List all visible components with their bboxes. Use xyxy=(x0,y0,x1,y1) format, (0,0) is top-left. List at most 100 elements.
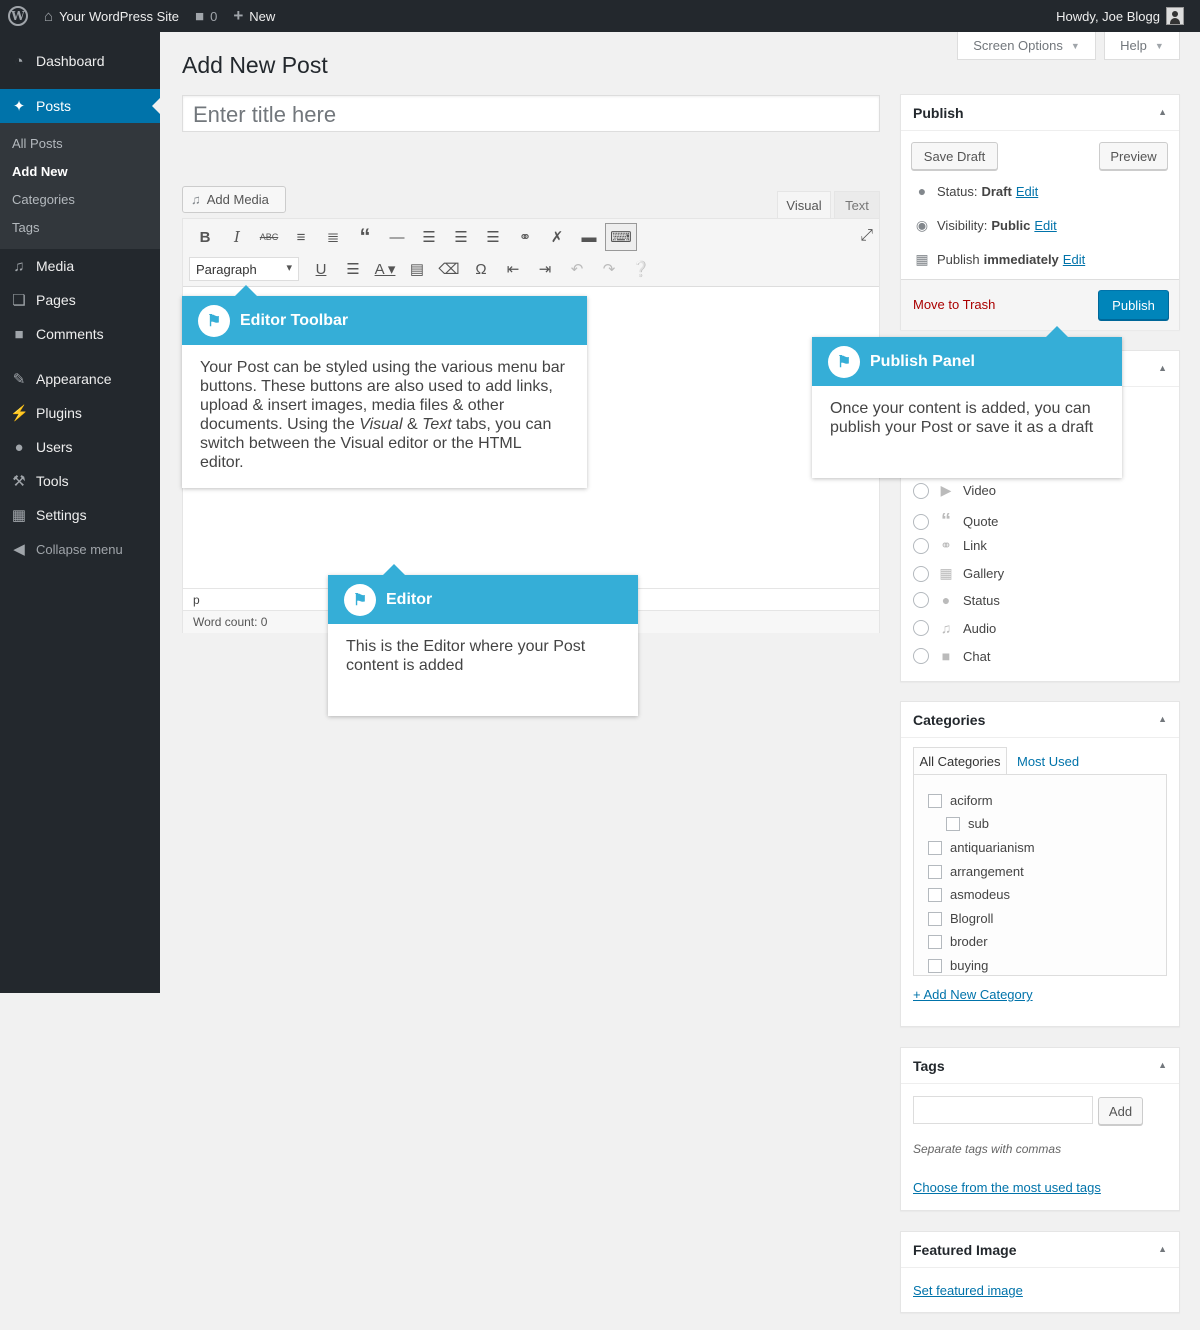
category-item[interactable]: arrangement xyxy=(928,864,1024,879)
featured-image-box-header[interactable]: Featured Image ▲ xyxy=(901,1232,1179,1268)
menu-pages[interactable]: ❏ Pages xyxy=(0,283,160,317)
link-icon[interactable]: ⚭ xyxy=(509,223,541,251)
comments-link[interactable]: ■ 0 xyxy=(187,0,225,32)
category-item[interactable]: asmodeus xyxy=(928,887,1010,902)
menu-comments[interactable]: ■ Comments xyxy=(0,317,160,351)
unlink-icon[interactable]: ✗ xyxy=(541,223,573,251)
checkbox[interactable] xyxy=(928,911,942,926)
radio[interactable] xyxy=(913,537,929,554)
format-option-audio[interactable]: ♫ Audio xyxy=(913,620,996,636)
radio[interactable] xyxy=(913,648,929,664)
new-tag-input[interactable] xyxy=(913,1096,1093,1124)
menu-tools[interactable]: ⚒ Tools xyxy=(0,464,160,498)
align-center-icon[interactable]: ☰ xyxy=(445,223,477,251)
category-item[interactable]: sub xyxy=(946,816,989,831)
radio[interactable] xyxy=(913,592,929,608)
add-new-category-link[interactable]: + Add New Category xyxy=(913,987,1033,1002)
move-to-trash-link[interactable]: Move to Trash xyxy=(913,297,995,312)
checkbox[interactable] xyxy=(928,934,942,949)
site-name-link[interactable]: ⌂ Your WordPress Site xyxy=(36,0,187,32)
format-option-link[interactable]: ⚭ Link xyxy=(913,537,987,554)
bullet-list-icon[interactable]: ≡ xyxy=(285,223,317,251)
underline-icon[interactable]: U xyxy=(305,255,337,283)
new-content-link[interactable]: + New xyxy=(225,0,283,32)
wp-logo-button[interactable]: W xyxy=(0,0,36,32)
toolbar-toggle-icon[interactable]: ⌨ xyxy=(605,223,637,251)
category-item[interactable]: buying xyxy=(928,958,988,973)
submenu-categories[interactable]: Categories xyxy=(0,185,160,213)
format-option-quote[interactable]: “ Quote xyxy=(913,510,998,533)
strikethrough-icon[interactable]: ABC xyxy=(253,223,285,251)
tab-most-used[interactable]: Most Used xyxy=(1017,747,1079,775)
checkbox[interactable] xyxy=(928,958,942,973)
read-more-icon[interactable]: ▬ xyxy=(573,223,605,251)
tags-box-header[interactable]: Tags ▲ xyxy=(901,1048,1179,1084)
add-tag-button[interactable]: Add xyxy=(1098,1097,1143,1125)
collapse-arrow-icon[interactable]: ▲ xyxy=(1158,107,1167,117)
preview-button[interactable]: Preview xyxy=(1099,142,1168,170)
radio[interactable] xyxy=(913,482,929,499)
add-media-button[interactable]: ♫ Add Media xyxy=(182,186,286,213)
save-draft-button[interactable]: Save Draft xyxy=(911,142,998,170)
radio[interactable] xyxy=(913,513,929,530)
special-character-icon[interactable]: Ω xyxy=(465,255,497,283)
justify-icon[interactable]: ☰ xyxy=(337,255,369,283)
collapse-arrow-icon[interactable]: ▲ xyxy=(1158,1244,1167,1254)
blockquote-icon[interactable]: “ xyxy=(349,223,381,251)
set-featured-image-link[interactable]: Set featured image xyxy=(913,1283,1023,1298)
format-select[interactable]: Paragraph xyxy=(189,257,299,281)
publish-box-header[interactable]: Publish ▲ xyxy=(901,95,1179,131)
menu-posts[interactable]: ✦ Posts xyxy=(0,89,160,123)
tab-all-categories[interactable]: All Categories xyxy=(913,747,1007,775)
checkbox[interactable] xyxy=(928,840,942,855)
collapse-arrow-icon[interactable]: ▲ xyxy=(1158,714,1167,724)
screen-options-button[interactable]: Screen Options ▼ xyxy=(957,32,1096,60)
format-option-gallery[interactable]: ▦ Gallery xyxy=(913,565,1004,582)
tab-visual[interactable]: Visual xyxy=(777,191,831,219)
collapse-arrow-icon[interactable]: ▲ xyxy=(1158,1060,1167,1070)
menu-users[interactable]: ● Users xyxy=(0,430,160,464)
category-item[interactable]: aciform xyxy=(928,793,993,808)
undo-icon[interactable]: ↶ xyxy=(561,255,593,283)
categories-box-header[interactable]: Categories ▲ xyxy=(901,702,1179,738)
numbered-list-icon[interactable]: ≣ xyxy=(317,223,349,251)
help-button[interactable]: Help ▼ xyxy=(1104,32,1180,60)
align-right-icon[interactable]: ☰ xyxy=(477,223,509,251)
submenu-all-posts[interactable]: All Posts xyxy=(0,129,160,157)
post-title-input[interactable]: Enter title here xyxy=(182,95,880,132)
menu-appearance[interactable]: ✎ Appearance xyxy=(0,362,160,396)
format-option-video[interactable]: ▶ Video xyxy=(913,482,996,499)
paste-text-icon[interactable]: ▤ xyxy=(401,255,433,283)
menu-media[interactable]: ♫ Media xyxy=(0,249,160,283)
collapse-menu-button[interactable]: ◀ Collapse menu xyxy=(0,532,160,566)
indent-icon[interactable]: ⇥ xyxy=(529,255,561,283)
checkbox[interactable] xyxy=(928,864,942,879)
tab-text[interactable]: Text xyxy=(834,191,880,219)
format-option-status[interactable]: ● Status xyxy=(913,592,1000,608)
format-option-chat[interactable]: ■ Chat xyxy=(913,648,990,664)
submenu-tags[interactable]: Tags xyxy=(0,213,160,241)
publish-button[interactable]: Publish xyxy=(1098,290,1169,320)
collapse-arrow-icon[interactable]: ▲ xyxy=(1158,363,1167,373)
my-account[interactable]: Howdy, Joe Blogg xyxy=(1048,0,1192,32)
radio[interactable] xyxy=(913,620,929,636)
category-item[interactable]: broder xyxy=(928,934,988,949)
fullscreen-icon[interactable]: ⤢ xyxy=(860,227,873,245)
menu-settings[interactable]: ▦ Settings xyxy=(0,498,160,532)
edit-publish-time-link[interactable]: Edit xyxy=(1063,252,1085,267)
outdent-icon[interactable]: ⇤ xyxy=(497,255,529,283)
radio[interactable] xyxy=(913,565,929,582)
checkbox[interactable] xyxy=(946,816,960,831)
help-icon[interactable]: ❔ xyxy=(625,255,657,283)
edit-status-link[interactable]: Edit xyxy=(1016,184,1038,199)
italic-icon[interactable]: I xyxy=(221,223,253,251)
category-item[interactable]: antiquarianism xyxy=(928,840,1035,855)
menu-plugins[interactable]: ⚡ Plugins xyxy=(0,396,160,430)
text-color-icon[interactable]: A ▾ xyxy=(369,255,401,283)
checkbox[interactable] xyxy=(928,793,942,808)
choose-most-used-tags-link[interactable]: Choose from the most used tags xyxy=(913,1180,1101,1195)
menu-dashboard[interactable]: ◔ Dashboard xyxy=(0,44,160,78)
redo-icon[interactable]: ↷ xyxy=(593,255,625,283)
category-item[interactable]: Blogroll xyxy=(928,911,993,926)
clear-formatting-icon[interactable]: ⌫ xyxy=(433,255,465,283)
